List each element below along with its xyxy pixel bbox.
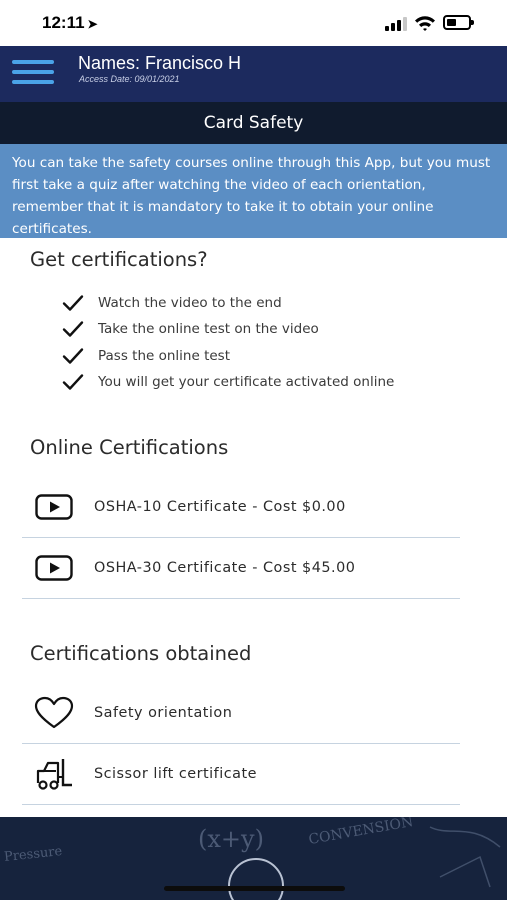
user-name: Names: Francisco H [78, 53, 242, 73]
step-item: Take the online test on the video [62, 316, 482, 342]
forklift-icon [34, 757, 74, 791]
title-bar: Card Safety [0, 102, 507, 144]
page-title: Card Safety [203, 113, 304, 133]
chalk-text: Pressure [3, 843, 63, 866]
certificate-label: Safety orientation [94, 705, 233, 721]
clock-text: 12:11 [42, 13, 85, 32]
home-indicator [164, 886, 345, 891]
step-item: You will get your certificate activated … [62, 369, 482, 395]
obtained-row-safety-orientation[interactable]: Safety orientation [22, 683, 460, 744]
chalk-doodle-icon [429, 826, 501, 888]
checkmark-icon [62, 348, 84, 364]
info-banner: You can take the safety courses online t… [0, 144, 507, 238]
checkmark-icon [62, 295, 84, 311]
obtained-row-scissor-lift[interactable]: Scissor lift certificate [22, 744, 460, 805]
access-date: Access Date: 09/01/2021 [79, 74, 180, 84]
location-arrow-icon: ➤ [87, 17, 98, 31]
certificate-row-osha-30[interactable]: OSHA-30 Certificate - Cost $45.00 [22, 538, 460, 599]
play-icon [34, 555, 74, 581]
step-text: Pass the online test [98, 347, 231, 364]
cellular-signal-icon [385, 17, 407, 31]
status-time: 12:11 ➤ [42, 13, 98, 33]
status-bar: 12:11 ➤ [0, 0, 507, 46]
checkmark-icon [62, 374, 84, 390]
chalk-text: (x+y) [198, 825, 264, 853]
online-certifications-heading: Online Certifications [30, 436, 229, 459]
step-item: Pass the online test [62, 343, 482, 369]
wifi-icon [415, 16, 435, 31]
info-text: You can take the safety courses online t… [12, 155, 491, 237]
hamburger-menu-icon[interactable] [12, 54, 54, 86]
chalk-text: CONVENSION [307, 817, 415, 849]
step-item: Watch the video to the end [62, 290, 482, 316]
app-header: Names: Francisco H Access Date: 09/01/20… [0, 46, 507, 102]
certificate-row-osha-10[interactable]: OSHA-10 Certificate - Cost $0.00 [22, 477, 460, 538]
step-text: You will get your certificate activated … [98, 374, 395, 391]
certificate-label: OSHA-30 Certificate - Cost $45.00 [94, 560, 356, 576]
battery-icon [443, 15, 474, 30]
play-icon [34, 494, 74, 520]
step-text: Watch the video to the end [98, 295, 282, 312]
certificate-label: OSHA-10 Certificate - Cost $0.00 [94, 499, 346, 515]
checkmark-icon [62, 321, 84, 338]
certificate-label: Scissor lift certificate [94, 766, 257, 782]
get-certifications-heading: Get certifications? [30, 248, 208, 271]
steps-list: Watch the video to the end Take the onli… [62, 290, 482, 395]
step-text: Take the online test on the video [98, 321, 319, 338]
certifications-obtained-heading: Certifications obtained [30, 642, 252, 665]
heart-icon [34, 696, 74, 730]
